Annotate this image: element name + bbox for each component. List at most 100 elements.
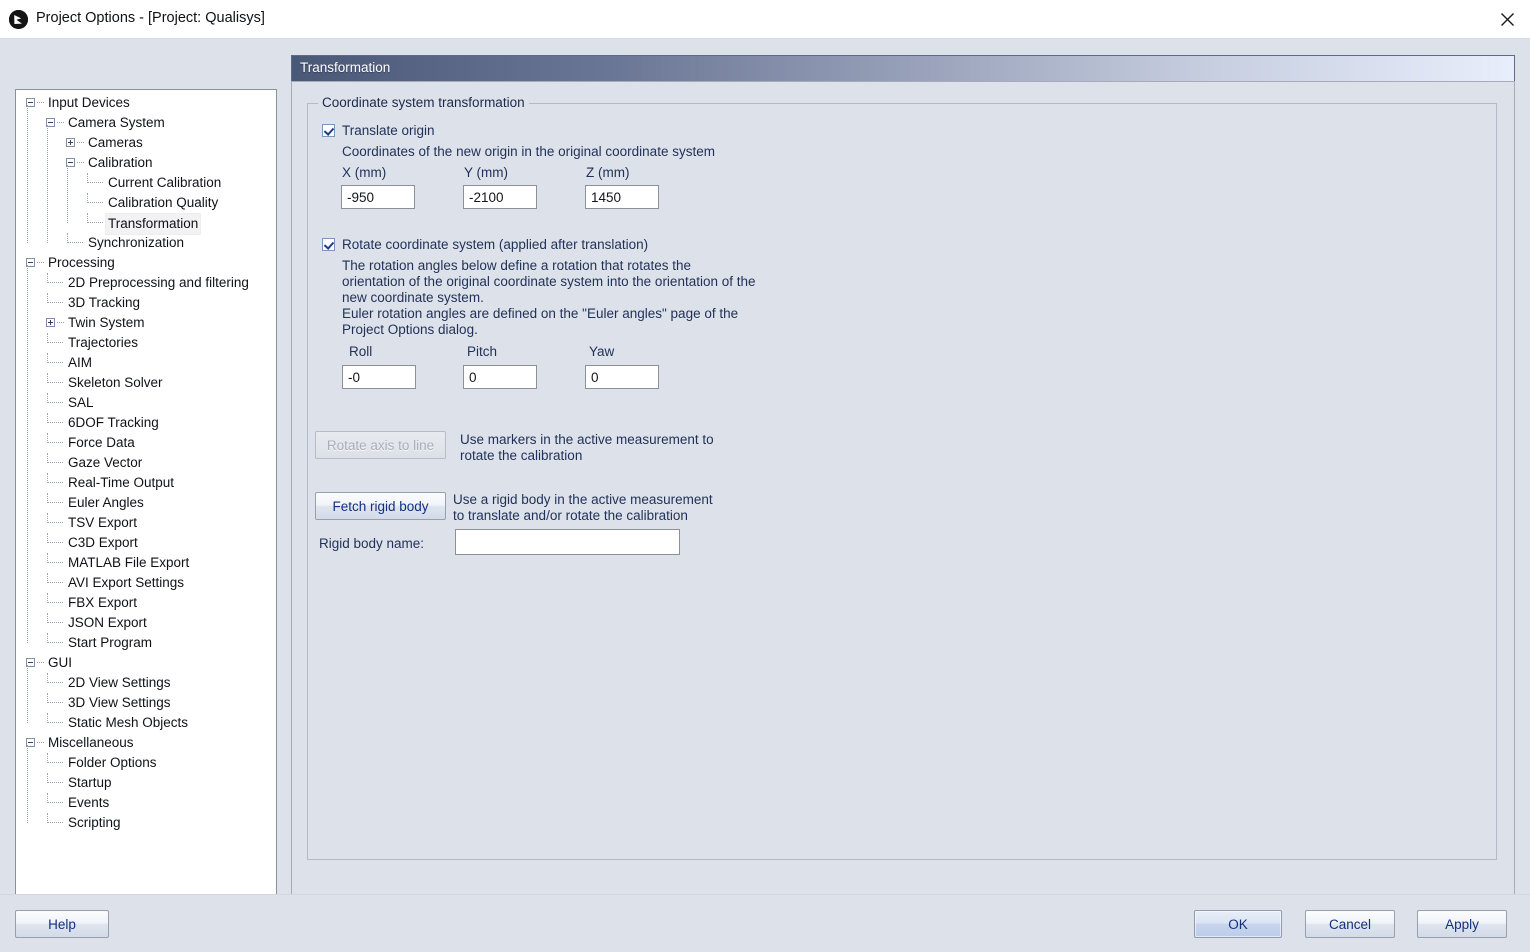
tree-connector bbox=[77, 142, 84, 144]
sidebar-item-tsv-export[interactable]: TSV Export bbox=[16, 513, 276, 533]
tree-connector-vertical bbox=[47, 493, 49, 503]
tree-connector bbox=[47, 342, 63, 344]
sidebar-item-folder-options[interactable]: Folder Options bbox=[16, 753, 276, 773]
expand-icon[interactable] bbox=[66, 138, 75, 147]
roll-input[interactable] bbox=[342, 365, 416, 389]
window-title: Project Options - [Project: Qualisys] bbox=[36, 10, 265, 26]
tree-guide-line bbox=[67, 165, 69, 223]
tree-connector bbox=[37, 262, 44, 264]
sidebar-item-transformation[interactable]: Transformation bbox=[16, 213, 276, 235]
sidebar-item-static-mesh-objects[interactable]: Static Mesh Objects bbox=[16, 713, 276, 733]
x-input[interactable] bbox=[341, 185, 415, 209]
sidebar-item-3d-tracking[interactable]: 3D Tracking bbox=[16, 293, 276, 313]
apply-button-label: Apply bbox=[1445, 916, 1479, 932]
sidebar-item-scripting[interactable]: Scripting bbox=[16, 813, 276, 833]
sidebar-item-gui[interactable]: GUI bbox=[16, 653, 276, 673]
sidebar-item-calibration-quality[interactable]: Calibration Quality bbox=[16, 193, 276, 213]
tree-connector bbox=[47, 302, 63, 304]
yaw-input[interactable] bbox=[585, 365, 659, 389]
help-button-label: Help bbox=[48, 916, 76, 932]
sidebar-item-cameras[interactable]: Cameras bbox=[16, 133, 276, 153]
pitch-input[interactable] bbox=[463, 365, 537, 389]
sidebar-item-3d-view-settings[interactable]: 3D View Settings bbox=[16, 693, 276, 713]
sidebar-item-twin-system[interactable]: Twin System bbox=[16, 313, 276, 333]
cancel-button[interactable]: Cancel bbox=[1305, 910, 1395, 938]
sidebar-item-2d-preprocessing-and-filtering[interactable]: 2D Preprocessing and filtering bbox=[16, 273, 276, 293]
tree-connector bbox=[47, 562, 63, 564]
sidebar-item-label: AIM bbox=[68, 355, 93, 370]
tree-connector bbox=[47, 282, 63, 284]
sidebar-item-label: Events bbox=[68, 795, 110, 810]
sidebar-item-processing[interactable]: Processing bbox=[16, 253, 276, 273]
sidebar-item-startup[interactable]: Startup bbox=[16, 773, 276, 793]
expand-icon[interactable] bbox=[46, 318, 55, 327]
dialog-footer: Help OK Cancel Apply bbox=[0, 894, 1530, 952]
sidebar-item-label: GUI bbox=[48, 655, 73, 670]
settings-tree[interactable]: Input Devices Camera System Cameras Calibra… bbox=[15, 89, 277, 914]
sidebar-item-label: Miscellaneous bbox=[48, 735, 134, 750]
sidebar-item-matlab-file-export[interactable]: MATLAB File Export bbox=[16, 553, 276, 573]
fetch-rigid-body-button[interactable]: Fetch rigid body bbox=[315, 492, 446, 520]
sidebar-item-c3d-export[interactable]: C3D Export bbox=[16, 533, 276, 553]
sidebar-item-camera-system[interactable]: Camera System bbox=[16, 113, 276, 133]
sidebar-item-force-data[interactable]: Force Data bbox=[16, 433, 276, 453]
sidebar-item-json-export[interactable]: JSON Export bbox=[16, 613, 276, 633]
sidebar-item-label: FBX Export bbox=[68, 595, 138, 610]
sidebar-item-label: 2D Preprocessing and filtering bbox=[68, 275, 249, 290]
sidebar-item-trajectories[interactable]: Trajectories bbox=[16, 333, 276, 353]
tree-connector bbox=[67, 242, 83, 244]
sidebar-item-events[interactable]: Events bbox=[16, 793, 276, 813]
sidebar-item-input-devices[interactable]: Input Devices bbox=[16, 93, 276, 113]
yaw-field-label: Yaw bbox=[589, 344, 615, 359]
sidebar-item-fbx-export[interactable]: FBX Export bbox=[16, 593, 276, 613]
rigid-body-name-input[interactable] bbox=[455, 529, 680, 555]
apply-button[interactable]: Apply bbox=[1417, 910, 1507, 938]
tree-connector bbox=[47, 622, 63, 624]
dialog-content: Input Devices Camera System Cameras Calibra… bbox=[0, 39, 1530, 914]
sidebar-item-label: Startup bbox=[68, 775, 112, 790]
sidebar-item-6dof-tracking[interactable]: 6DOF Tracking bbox=[16, 413, 276, 433]
sidebar-item-label: Force Data bbox=[68, 435, 135, 450]
tree-connector bbox=[47, 642, 63, 644]
ok-button[interactable]: OK bbox=[1194, 910, 1282, 938]
sidebar-item-aim[interactable]: AIM bbox=[16, 353, 276, 373]
tree-connector-vertical bbox=[47, 753, 49, 763]
sidebar-item-label: Gaze Vector bbox=[68, 455, 143, 470]
sidebar-item-skeleton-solver[interactable]: Skeleton Solver bbox=[16, 373, 276, 393]
sidebar-item-sal[interactable]: SAL bbox=[16, 393, 276, 413]
sidebar-item-calibration[interactable]: Calibration bbox=[16, 153, 276, 173]
sidebar-item-synchronization[interactable]: Synchronization bbox=[16, 233, 276, 253]
y-input[interactable] bbox=[463, 185, 537, 209]
tree-connector-vertical bbox=[47, 453, 49, 463]
sidebar-item-gaze-vector[interactable]: Gaze Vector bbox=[16, 453, 276, 473]
sidebar-item-euler-angles[interactable]: Euler Angles bbox=[16, 493, 276, 513]
sidebar-item-label: 3D Tracking bbox=[68, 295, 141, 310]
tree-connector bbox=[37, 742, 44, 744]
rotate-axis-to-line-button[interactable]: Rotate axis to line bbox=[315, 431, 446, 459]
checkbox-box-rotate bbox=[322, 238, 335, 251]
tree-connector-vertical bbox=[47, 333, 49, 343]
z-input[interactable] bbox=[585, 185, 659, 209]
tree-connector bbox=[47, 782, 63, 784]
sidebar-item-2d-view-settings[interactable]: 2D View Settings bbox=[16, 673, 276, 693]
rotate-coordinate-system-checkbox[interactable]: Rotate coordinate system (applied after … bbox=[322, 237, 648, 252]
tree-connector-vertical bbox=[47, 413, 49, 423]
tree-connector bbox=[57, 122, 64, 124]
sidebar-item-real-time-output[interactable]: Real-Time Output bbox=[16, 473, 276, 493]
sidebar-item-avi-export-settings[interactable]: AVI Export Settings bbox=[16, 573, 276, 593]
sidebar-item-miscellaneous[interactable]: Miscellaneous bbox=[16, 733, 276, 753]
tree-connector bbox=[47, 722, 63, 724]
help-button[interactable]: Help bbox=[15, 910, 109, 938]
sidebar-item-current-calibration[interactable]: Current Calibration bbox=[16, 173, 276, 193]
rotate-axis-to-line-label: Rotate axis to line bbox=[326, 437, 435, 453]
tree-connector-vertical bbox=[47, 553, 49, 563]
x-field-label: X (mm) bbox=[342, 165, 387, 180]
sidebar-item-start-program[interactable]: Start Program bbox=[16, 633, 276, 653]
sidebar-item-label: Cameras bbox=[88, 135, 143, 150]
tree-connector bbox=[47, 522, 63, 524]
close-icon[interactable] bbox=[1484, 0, 1530, 38]
tree-connector-vertical bbox=[47, 673, 49, 683]
tree-connector-vertical bbox=[47, 813, 49, 823]
translate-origin-checkbox[interactable]: Translate origin bbox=[322, 123, 435, 138]
tree-connector-vertical bbox=[47, 353, 49, 363]
